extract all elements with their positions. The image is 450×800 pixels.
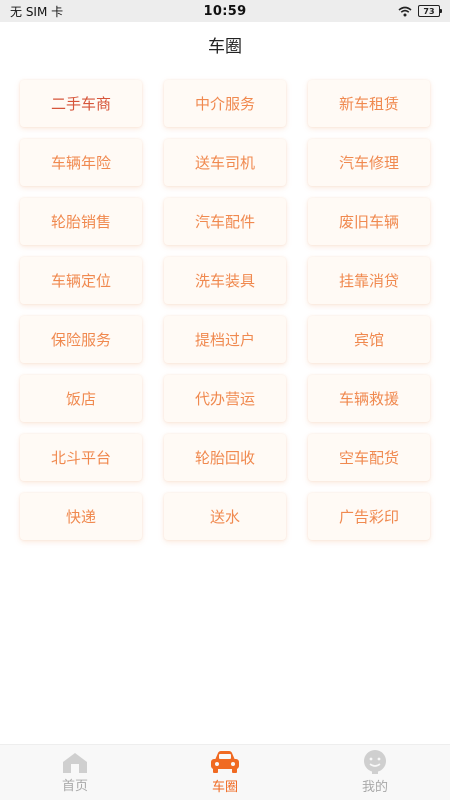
category-tile[interactable]: 废旧车辆 bbox=[308, 198, 430, 245]
car-icon bbox=[211, 751, 239, 773]
category-tile[interactable]: 挂靠消贷 bbox=[308, 257, 430, 304]
category-tile[interactable]: 中介服务 bbox=[164, 80, 286, 127]
category-tile[interactable]: 车辆定位 bbox=[20, 257, 142, 304]
category-tile[interactable]: 送水 bbox=[164, 493, 286, 540]
category-tile[interactable]: 轮胎销售 bbox=[20, 198, 142, 245]
category-tile[interactable]: 轮胎回收 bbox=[164, 434, 286, 481]
wifi-icon bbox=[398, 6, 412, 16]
home-icon bbox=[63, 753, 87, 773]
page-header: 车圈 bbox=[0, 22, 450, 66]
category-tile[interactable]: 空车配货 bbox=[308, 434, 430, 481]
category-tile[interactable]: 宾馆 bbox=[308, 316, 430, 363]
tab-profile[interactable]: 我的 bbox=[300, 745, 450, 800]
category-tile[interactable]: 代办营运 bbox=[164, 375, 286, 422]
bottom-tab-bar: 首页 车圈 我的 bbox=[0, 744, 450, 800]
status-icons: 73 bbox=[320, 5, 442, 17]
tab-home[interactable]: 首页 bbox=[0, 745, 150, 800]
category-tile[interactable]: 提档过户 bbox=[164, 316, 286, 363]
category-tile[interactable]: 新车租赁 bbox=[308, 80, 430, 127]
carrier-label: 无 SIM 卡 bbox=[10, 4, 64, 19]
category-tile[interactable]: 广告彩印 bbox=[308, 493, 430, 540]
category-tile[interactable]: 饭店 bbox=[20, 375, 142, 422]
tab-car-circle-label: 车圈 bbox=[211, 780, 238, 795]
category-tile[interactable]: 快递 bbox=[20, 493, 142, 540]
page-title: 车圈 bbox=[208, 36, 242, 57]
category-tile[interactable]: 车辆年险 bbox=[20, 139, 142, 186]
tab-car-circle[interactable]: 车圈 bbox=[150, 745, 300, 800]
category-grid: 二手车商 中介服务 新车租赁 车辆年险 送车司机 汽车修理 轮胎销售 汽车配件 … bbox=[20, 80, 430, 540]
clock: 10:59 bbox=[203, 3, 247, 19]
profile-icon bbox=[364, 750, 386, 774]
category-tile[interactable]: 汽车修理 bbox=[308, 139, 430, 186]
category-tile[interactable]: 车辆救援 bbox=[308, 375, 430, 422]
category-tile[interactable]: 二手车商 bbox=[20, 80, 142, 127]
battery-icon: 73 bbox=[417, 5, 442, 17]
tab-profile-label: 我的 bbox=[361, 780, 388, 795]
status-bar: 无 SIM 卡 10:59 73 bbox=[0, 0, 450, 22]
category-tile[interactable]: 北斗平台 bbox=[20, 434, 142, 481]
category-tile[interactable]: 保险服务 bbox=[20, 316, 142, 363]
category-tile[interactable]: 洗车装具 bbox=[164, 257, 286, 304]
category-tile[interactable]: 送车司机 bbox=[164, 139, 286, 186]
category-tile[interactable]: 汽车配件 bbox=[164, 198, 286, 245]
tab-home-label: 首页 bbox=[61, 779, 88, 794]
